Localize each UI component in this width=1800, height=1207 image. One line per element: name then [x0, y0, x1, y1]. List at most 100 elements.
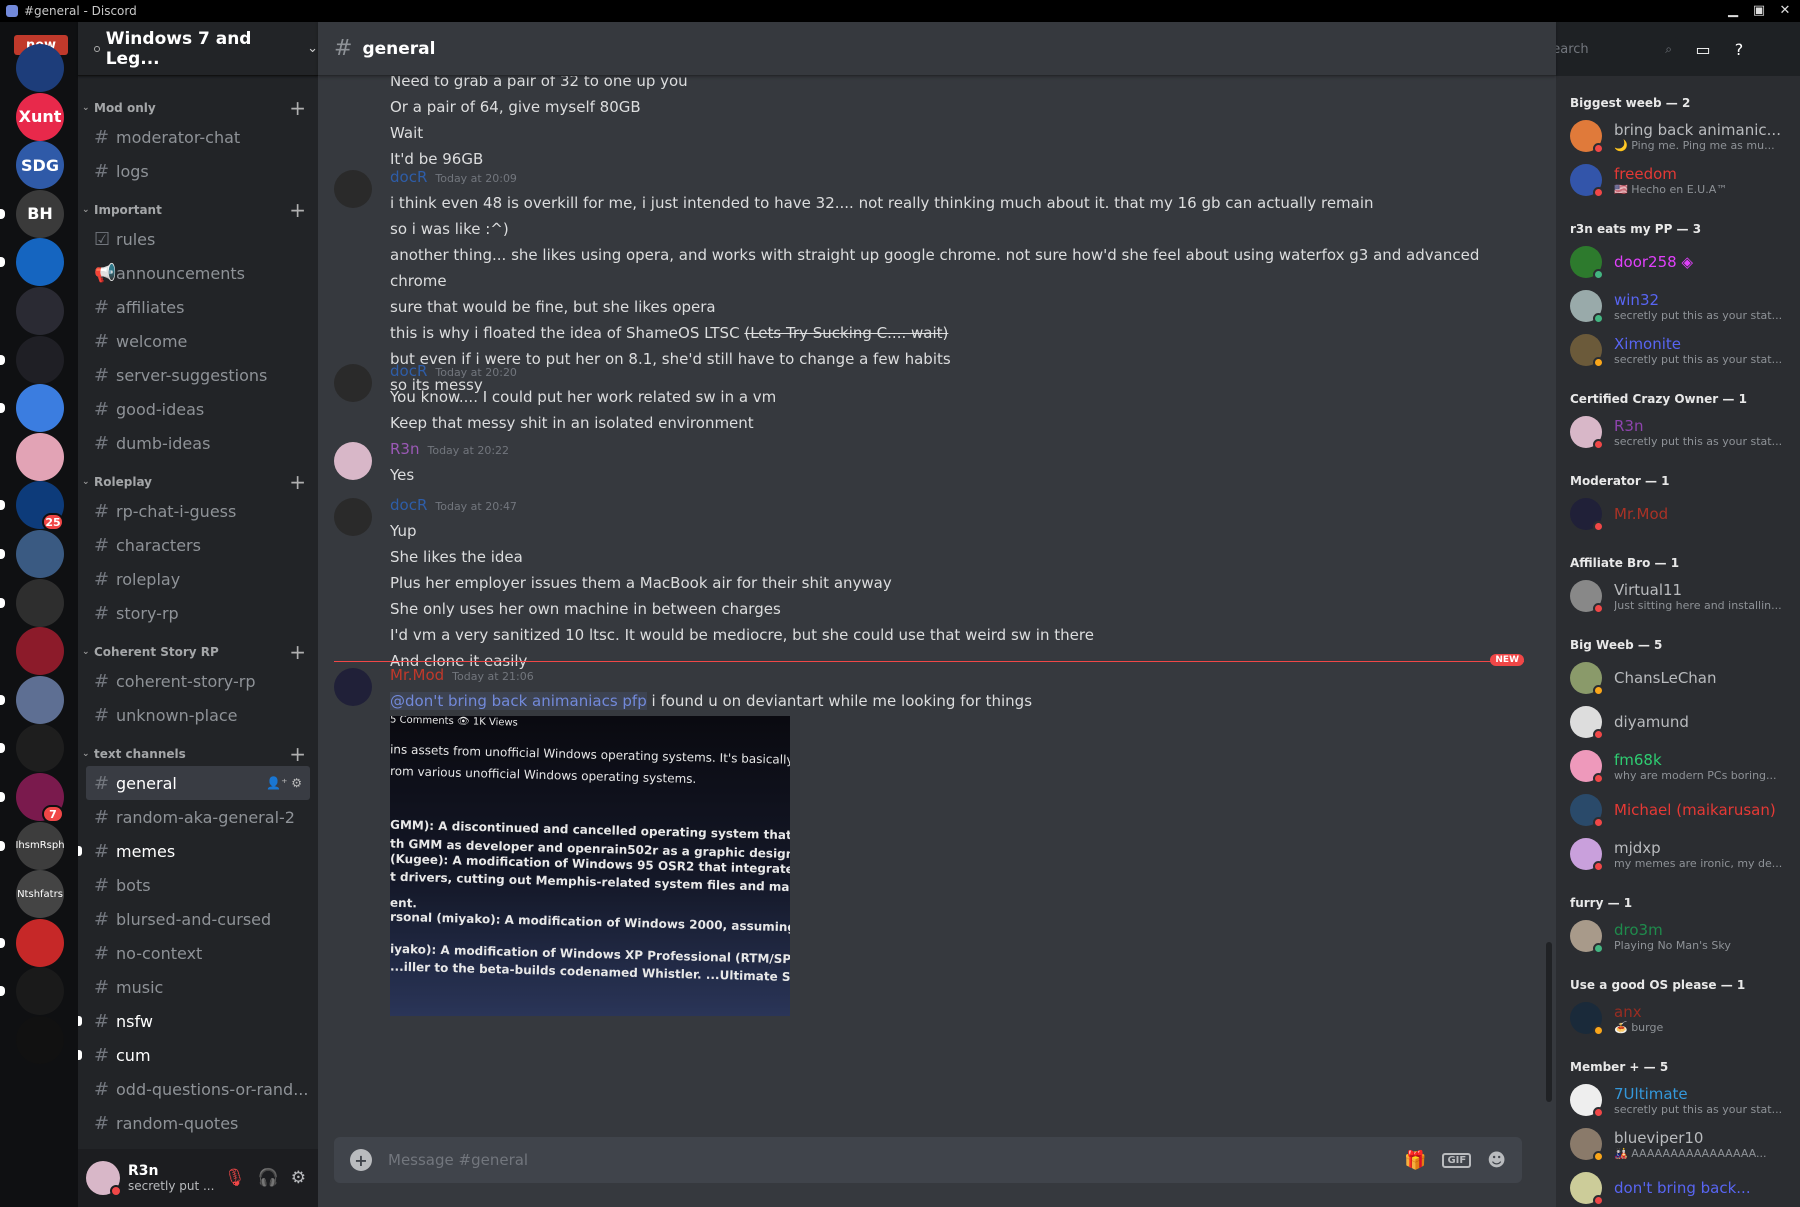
channel-blursed-and-cursed[interactable]: # blursed-and-cursed	[86, 902, 310, 936]
add-channel-icon[interactable]: +	[289, 642, 306, 662]
message-author[interactable]: R3n	[390, 440, 419, 458]
avatar[interactable]	[334, 364, 372, 402]
headphones-icon[interactable]: 🎧	[258, 1168, 279, 1188]
category-header[interactable]: ⌄ text channels +	[78, 742, 318, 766]
channel-roleplay[interactable]: # roleplay	[86, 562, 310, 596]
message-author[interactable]: docR	[390, 168, 427, 186]
mute-microphone-icon[interactable]: 🎙	[224, 1168, 246, 1188]
member-item[interactable]: Ximonite secretly put this as your stat..…	[1556, 328, 1800, 372]
channel-random-aka-general-2[interactable]: # random-aka-general-2	[86, 800, 310, 834]
server-icon[interactable]: IhsmRsph	[16, 821, 64, 870]
server-icon[interactable]: SDG	[16, 141, 64, 190]
gift-icon[interactable]: 🎁	[1404, 1150, 1426, 1171]
category-header[interactable]: ⌄ Important +	[78, 198, 318, 222]
channel-settings-icons[interactable]: 👤⁺ ⚙	[266, 776, 302, 790]
message-author[interactable]: Mr.Mod	[390, 666, 444, 684]
channel-affiliates[interactable]: # affiliates	[86, 290, 310, 324]
member-item[interactable]: mjdxp my memes are ironic, my de...	[1556, 832, 1800, 876]
channel-general[interactable]: # general 👤⁺ ⚙	[86, 766, 310, 800]
category-header[interactable]: ⌄ Roleplay +	[78, 470, 318, 494]
inbox-icon[interactable]: ▭	[1692, 38, 1714, 60]
channel-unknown-place[interactable]: # unknown-place	[86, 698, 310, 732]
server-icon[interactable]	[16, 627, 64, 676]
gear-icon[interactable]: ⚙	[291, 1168, 306, 1188]
channel-random-quotes[interactable]: # random-quotes	[86, 1106, 310, 1140]
channel-rp-chat-i-guess[interactable]: # rp-chat-i-guess	[86, 494, 310, 528]
member-item[interactable]: fm68k why are modern PCs boring...	[1556, 744, 1800, 788]
server-icon[interactable]	[16, 335, 64, 384]
channel-logs[interactable]: # logs	[86, 154, 310, 188]
server-icon[interactable]	[16, 432, 64, 481]
server-icon[interactable]	[16, 530, 64, 578]
server-icon[interactable]: BH	[16, 189, 64, 238]
member-item[interactable]: don't bring back...	[1556, 1166, 1800, 1207]
server-header[interactable]: Windows 7 and Leg... ⌄	[78, 22, 318, 76]
channel-no-context[interactable]: # no-context	[86, 936, 310, 970]
message-author[interactable]: docR	[390, 362, 427, 380]
channel-cum[interactable]: # cum	[78, 1038, 310, 1072]
category-header[interactable]: ⌄ Mod only +	[78, 96, 318, 120]
avatar[interactable]	[334, 498, 372, 536]
avatar[interactable]	[86, 1161, 122, 1197]
scrollbar[interactable]	[1546, 942, 1552, 1102]
server-icon[interactable]	[16, 724, 64, 773]
avatar[interactable]	[334, 668, 372, 706]
server-icon[interactable]	[16, 384, 64, 433]
add-channel-icon[interactable]: +	[289, 200, 306, 220]
channel-odd-questions-or-rand[interactable]: # odd-questions-or-rand...	[86, 1072, 310, 1106]
channel-good-ideas[interactable]: # good-ideas	[86, 392, 310, 426]
message-input[interactable]: Message #general	[388, 1151, 528, 1169]
member-item[interactable]: blueviper10 🎎 AAAAAAAAAAAAAAAA...	[1556, 1122, 1800, 1166]
close-window-button[interactable]: ✕	[1774, 2, 1796, 18]
gif-icon[interactable]: GIF	[1442, 1152, 1472, 1168]
server-icon[interactable]: Xunt	[16, 92, 64, 141]
avatar[interactable]	[334, 442, 372, 480]
server-icon[interactable]	[16, 578, 64, 627]
message-list[interactable]: Need to grab a pair of 32 to one up you O…	[318, 76, 1556, 1127]
member-item[interactable]: freedom 🇺🇸 Hecho en E.U.A™	[1556, 158, 1800, 202]
server-icon[interactable]	[16, 918, 64, 967]
add-channel-icon[interactable]: +	[289, 472, 306, 492]
message-composer[interactable]: + Message #general 🎁 GIF ☻	[334, 1137, 1522, 1183]
add-channel-icon[interactable]: +	[289, 98, 306, 118]
member-item[interactable]: bring back animanic... 🌙 Ping me. Ping me…	[1556, 114, 1800, 158]
member-item[interactable]: win32 secretly put this as your stat...	[1556, 284, 1800, 328]
channel-memes[interactable]: # memes	[78, 834, 310, 868]
message-author[interactable]: docR	[390, 496, 427, 514]
channel-nsfw[interactable]: # nsfw	[78, 1004, 310, 1038]
member-item[interactable]: Mr.Mod	[1556, 492, 1800, 536]
server-icon[interactable]	[16, 238, 64, 287]
minimize-button[interactable]: ▁	[1722, 2, 1744, 18]
channel-dumb-ideas[interactable]: # dumb-ideas	[86, 426, 310, 460]
channel-coherent-story-rp[interactable]: # coherent-story-rp	[86, 664, 310, 698]
chevron-down-icon[interactable]: ⌄	[307, 41, 318, 56]
server-icon[interactable]	[16, 967, 64, 1016]
upload-plus-icon[interactable]: +	[350, 1149, 372, 1171]
channel-welcome[interactable]: # welcome	[86, 324, 310, 358]
channel-rules[interactable]: ☑ rules	[86, 222, 310, 256]
member-item[interactable]: Virtual11 Just sitting here and installin…	[1556, 574, 1800, 618]
channel-announcements[interactable]: 📢 announcements	[86, 256, 310, 290]
channel-server-suggestions[interactable]: # server-suggestions	[86, 358, 310, 392]
help-icon[interactable]: ?	[1728, 38, 1750, 60]
channel-characters[interactable]: # characters	[86, 528, 310, 562]
avatar[interactable]	[334, 170, 372, 208]
category-header[interactable]: ⌄ Coherent Story RP +	[78, 640, 318, 664]
server-icon[interactable]: Ntshfatrs	[16, 870, 64, 919]
channel-music[interactable]: # music	[86, 970, 310, 1004]
attached-image[interactable]: 5 Comments 👁 1K Views ins assets from uno…	[390, 716, 790, 1016]
member-item[interactable]: door258 ◈	[1556, 240, 1800, 284]
add-channel-icon[interactable]: +	[289, 744, 306, 764]
server-icon[interactable]	[16, 44, 64, 92]
server-icon[interactable]	[16, 1016, 64, 1064]
member-item[interactable]: R3n secretly put this as your stat...	[1556, 410, 1800, 454]
emoji-icon[interactable]: ☻	[1487, 1150, 1506, 1171]
maximize-button[interactable]: ▣	[1748, 2, 1770, 18]
member-item[interactable]: diyamund	[1556, 700, 1800, 744]
member-item[interactable]: 7Ultimate secretly put this as your stat.…	[1556, 1078, 1800, 1122]
user-mention[interactable]: @don't bring back animaniacs pfp	[390, 692, 647, 710]
channel-moderator-chat[interactable]: # moderator-chat	[86, 120, 310, 154]
channel-bots[interactable]: # bots	[86, 868, 310, 902]
server-icon[interactable]	[16, 675, 64, 724]
member-item[interactable]: anx 🍝 burge	[1556, 996, 1800, 1040]
